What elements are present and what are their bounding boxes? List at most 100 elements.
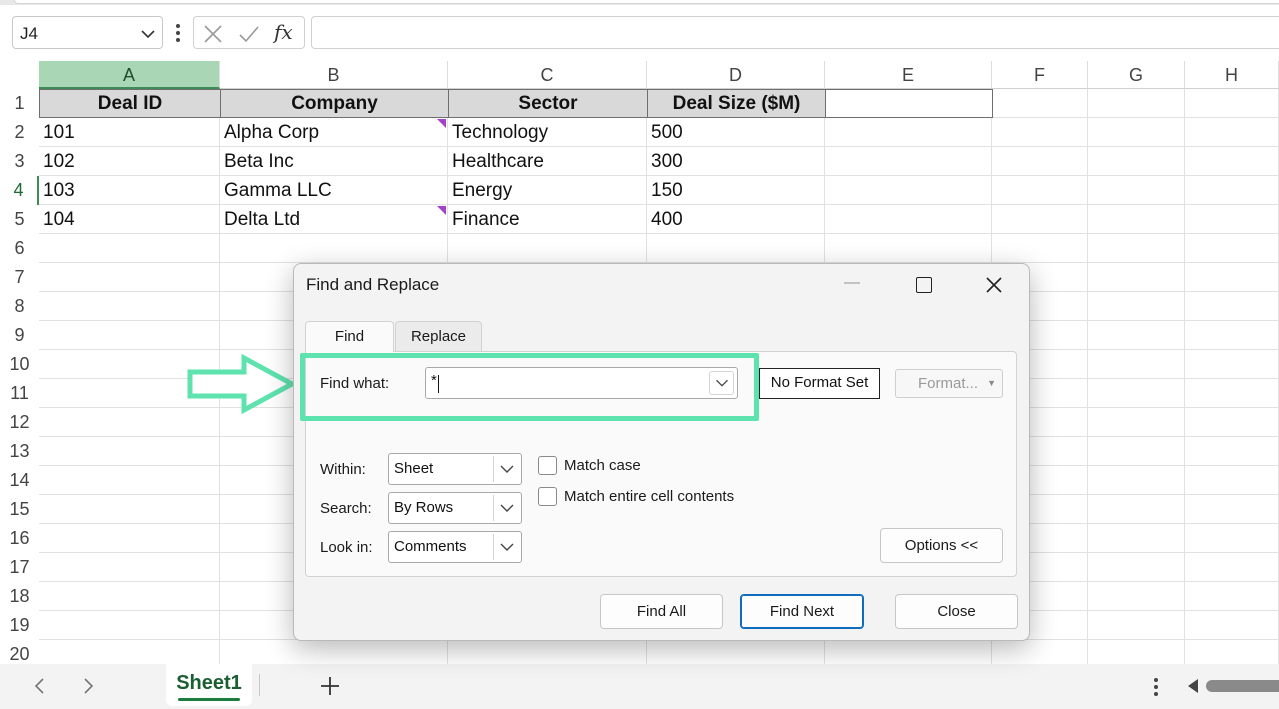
within-label: Within: xyxy=(320,461,366,478)
look-in-value: Comments xyxy=(394,538,467,555)
header-cell-b1[interactable]: Company xyxy=(220,89,449,118)
insert-function-icon[interactable]: fx xyxy=(274,20,296,44)
row-header-11[interactable]: 11 xyxy=(0,379,39,408)
cell-d5[interactable]: 400 xyxy=(651,205,823,234)
tab-replace[interactable]: Replace xyxy=(395,321,482,352)
cell-c4[interactable]: Energy xyxy=(452,176,645,205)
scroll-left-arrow-icon[interactable] xyxy=(1186,678,1200,694)
format-button-label: Format... xyxy=(918,375,979,392)
cell-b5[interactable]: Delta Ltd xyxy=(224,205,446,234)
name-box[interactable]: J4 xyxy=(12,16,163,49)
sheet-tab-sheet1[interactable]: Sheet1 xyxy=(166,664,252,706)
formula-input[interactable] xyxy=(311,16,1279,49)
cell-d2[interactable]: 500 xyxy=(651,118,823,147)
cell-b4[interactable]: Gamma LLC xyxy=(224,176,446,205)
search-select[interactable]: By Rows xyxy=(388,492,522,524)
within-select[interactable]: Sheet xyxy=(388,453,522,485)
ribbon-edge xyxy=(0,0,1279,5)
column-header-c[interactable]: C xyxy=(448,61,647,89)
cancel-icon[interactable] xyxy=(202,23,224,45)
row-header-17[interactable]: 17 xyxy=(0,553,39,582)
comment-indicator-icon xyxy=(437,206,446,215)
cell-a2[interactable]: 101 xyxy=(43,118,218,147)
cell-d3[interactable]: 300 xyxy=(651,147,823,176)
column-header-f[interactable]: F xyxy=(992,61,1088,89)
header-cell-d1[interactable]: Deal Size ($M) xyxy=(647,89,826,118)
column-header-a[interactable]: A xyxy=(39,61,220,89)
horizontal-scrollbar-thumb[interactable] xyxy=(1206,680,1279,692)
row-header-5[interactable]: 5 xyxy=(0,205,39,234)
column-header-h[interactable]: H xyxy=(1185,61,1279,89)
dialog-title: Find and Replace xyxy=(306,275,440,294)
row-header-12[interactable]: 12 xyxy=(0,408,39,437)
row-header-10[interactable]: 10 xyxy=(0,350,39,379)
match-entire-label: Match entire cell contents xyxy=(564,488,735,505)
column-header-g[interactable]: G xyxy=(1088,61,1185,89)
minimize-icon xyxy=(844,282,860,284)
tab-find[interactable]: Find xyxy=(305,321,394,352)
add-sheet-icon[interactable] xyxy=(319,675,341,697)
scroll-left-icon[interactable] xyxy=(30,676,50,696)
chevron-down-icon xyxy=(493,495,519,521)
name-box-value: J4 xyxy=(20,24,38,43)
match-entire-checkbox[interactable] xyxy=(538,487,557,506)
look-in-select[interactable]: Comments xyxy=(388,531,522,563)
cell-b3[interactable]: Beta Inc xyxy=(224,147,446,176)
row-header-8[interactable]: 8 xyxy=(0,292,39,321)
sheet-tab-bar: Sheet1 xyxy=(0,664,1279,709)
excel-window: J4 fx A B C D E F G H 1 2 3 4 5 6 7 8 9 10 11 12 13 14 15 16 17 1… xyxy=(0,0,1279,709)
row-header-9[interactable]: 9 xyxy=(0,321,39,350)
within-value: Sheet xyxy=(394,460,434,477)
match-case-checkbox[interactable] xyxy=(538,456,557,475)
find-replace-dialog: Find and Replace Find Replace Find what:… xyxy=(293,263,1030,641)
row-header-18[interactable]: 18 xyxy=(0,582,39,611)
column-header-e[interactable]: E xyxy=(825,61,992,89)
row-header-4[interactable]: 4 xyxy=(0,176,39,205)
row-header-3[interactable]: 3 xyxy=(0,147,39,176)
more-vertical-icon[interactable] xyxy=(171,22,185,44)
row-header-15[interactable]: 15 xyxy=(0,495,39,524)
cell-c3[interactable]: Healthcare xyxy=(452,147,645,176)
row-header-19[interactable]: 19 xyxy=(0,611,39,640)
cell-a4[interactable]: 103 xyxy=(43,176,218,205)
row-header-14[interactable]: 14 xyxy=(0,466,39,495)
more-vertical-icon[interactable] xyxy=(1150,677,1162,699)
cell-c2[interactable]: Technology xyxy=(452,118,645,147)
header-cell-a1[interactable]: Deal ID xyxy=(39,89,221,118)
annotation-arrow-icon xyxy=(187,353,298,415)
enter-check-icon[interactable] xyxy=(238,23,260,45)
active-tab-underline xyxy=(178,698,240,701)
scroll-right-icon[interactable] xyxy=(78,676,98,696)
row-header-2[interactable]: 2 xyxy=(0,118,39,147)
formula-buttons: fx xyxy=(193,16,305,49)
cell-a5[interactable]: 104 xyxy=(43,205,218,234)
close-icon[interactable] xyxy=(984,275,1004,295)
column-header-b[interactable]: B xyxy=(220,61,448,89)
row-header-13[interactable]: 13 xyxy=(0,437,39,466)
cell-b2[interactable]: Alpha Corp xyxy=(224,118,446,147)
chevron-down-icon[interactable] xyxy=(140,26,156,42)
divider xyxy=(259,674,260,696)
maximize-icon[interactable] xyxy=(916,277,932,293)
column-header-d[interactable]: D xyxy=(647,61,825,89)
search-label: Search: xyxy=(320,500,372,517)
cell-e1[interactable] xyxy=(825,89,993,118)
cell-a3[interactable]: 102 xyxy=(43,147,218,176)
find-all-button[interactable]: Find All xyxy=(600,594,723,629)
chevron-down-icon xyxy=(493,534,519,560)
select-all-corner[interactable] xyxy=(0,61,39,89)
row-header-6[interactable]: 6 xyxy=(0,234,39,263)
options-button[interactable]: Options << xyxy=(880,528,1003,563)
look-in-label: Look in: xyxy=(320,539,373,556)
row-header-16[interactable]: 16 xyxy=(0,524,39,553)
find-next-button[interactable]: Find Next xyxy=(740,594,864,629)
sheet-tab-label: Sheet1 xyxy=(176,672,242,694)
row-header-1[interactable]: 1 xyxy=(0,89,39,118)
cell-c5[interactable]: Finance xyxy=(452,205,645,234)
header-cell-c1[interactable]: Sector xyxy=(448,89,648,118)
annotation-highlight-box xyxy=(300,353,759,421)
close-button[interactable]: Close xyxy=(895,594,1018,629)
cell-d4[interactable]: 150 xyxy=(651,176,823,205)
row-header-7[interactable]: 7 xyxy=(0,263,39,292)
tab-replace-label: Replace xyxy=(410,328,467,345)
